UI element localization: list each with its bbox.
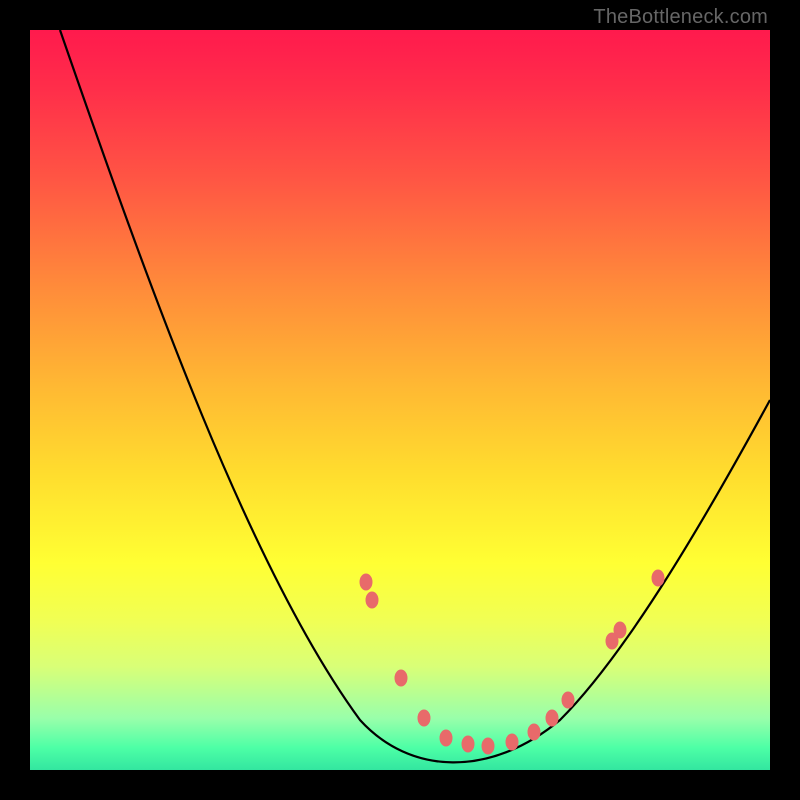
chart-plot-area (30, 30, 770, 770)
data-marker (528, 724, 541, 741)
data-marker (546, 710, 559, 727)
chart-svg (30, 30, 770, 770)
data-marker (652, 570, 665, 587)
data-marker (395, 670, 408, 687)
data-marker (366, 592, 379, 609)
data-marker (462, 736, 475, 753)
data-marker (562, 692, 575, 709)
data-marker (440, 730, 453, 747)
data-marker (418, 710, 431, 727)
data-marker (482, 738, 495, 755)
bottleneck-curve (60, 30, 770, 762)
data-marker (360, 574, 373, 591)
data-marker (614, 622, 627, 639)
data-marker (506, 734, 519, 751)
watermark-text: TheBottleneck.com (593, 6, 768, 29)
marker-group (360, 570, 665, 755)
